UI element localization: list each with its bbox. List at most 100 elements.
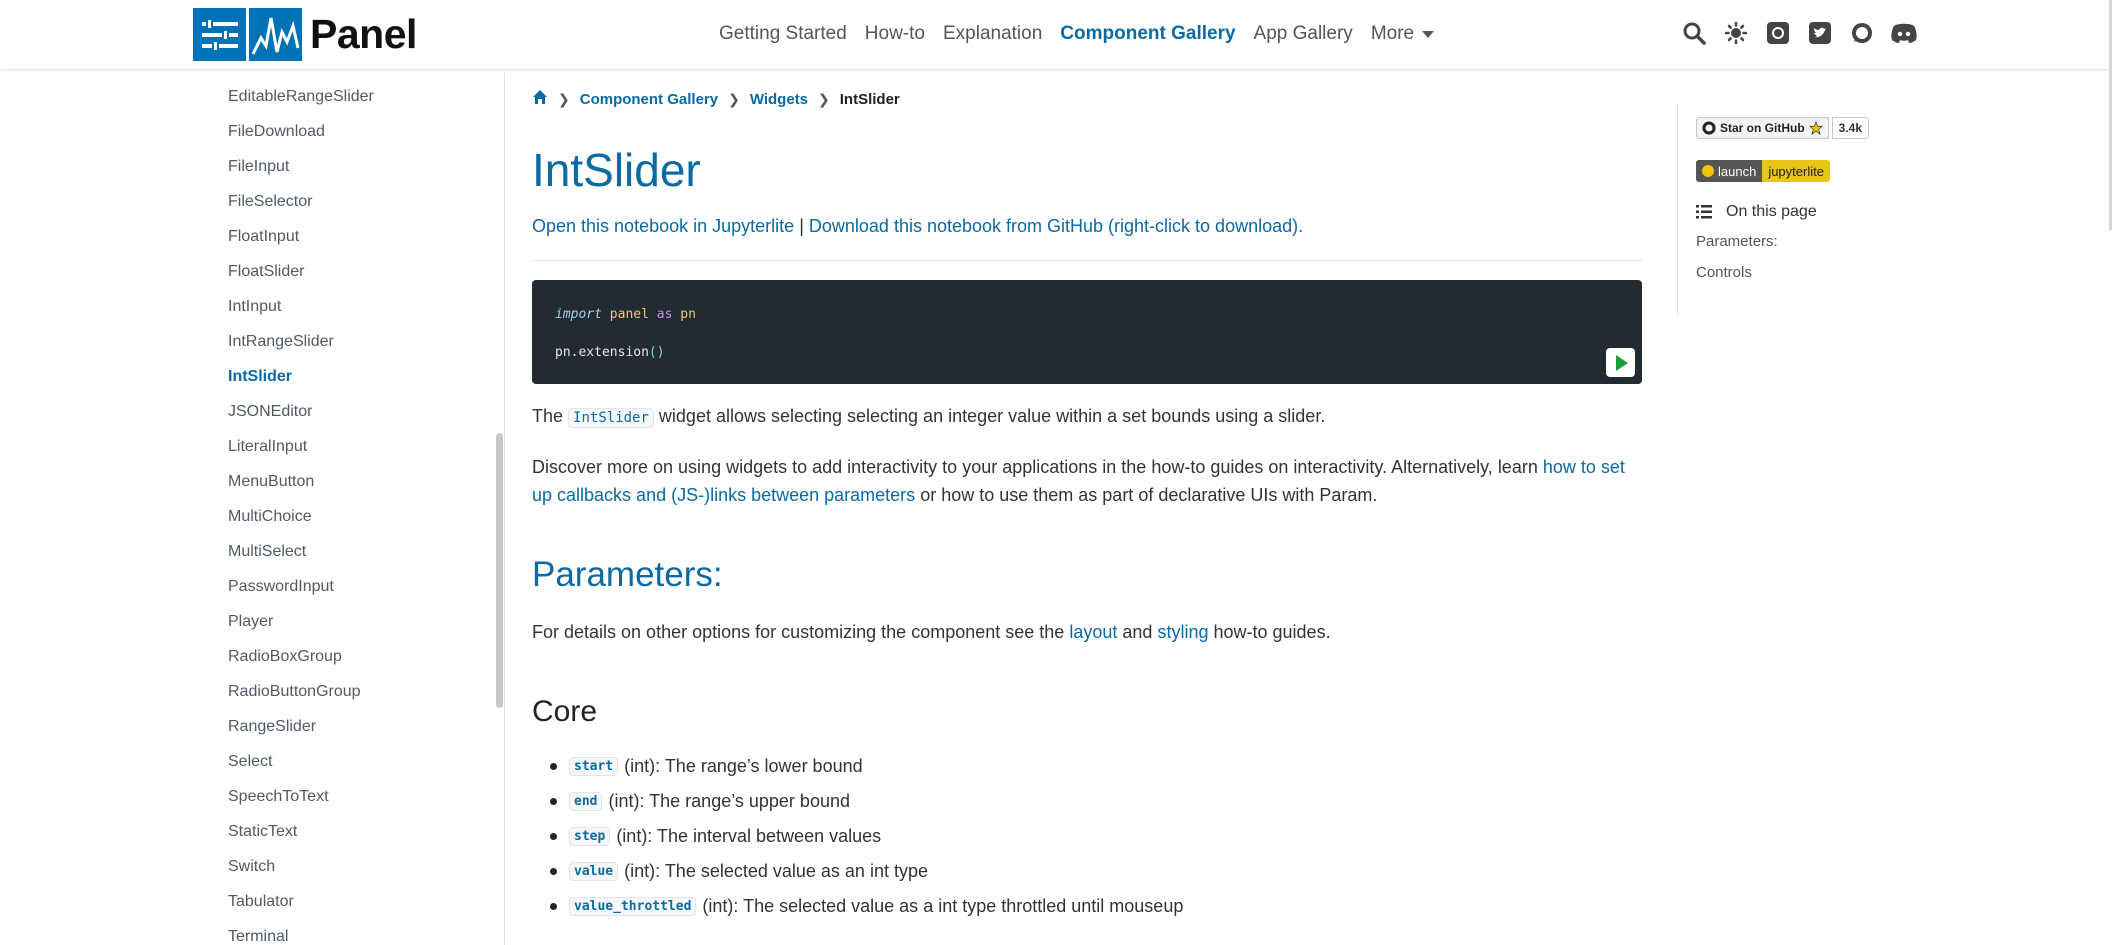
play-icon bbox=[1616, 354, 1628, 371]
search-icon[interactable] bbox=[1680, 19, 1708, 47]
nav-app-gallery[interactable]: App Gallery bbox=[1254, 23, 1353, 45]
param-name-value: value bbox=[569, 862, 619, 881]
panel-logo[interactable]: Panel bbox=[193, 8, 417, 61]
details-paragraph: For details on other options for customi… bbox=[532, 622, 1331, 642]
styling-link[interactable]: styling bbox=[1157, 622, 1208, 642]
chevron-right-icon: ❯ bbox=[818, 90, 830, 107]
sidebar-item-speechtotext[interactable]: SpeechToText bbox=[228, 779, 374, 814]
breadcrumb-widgets[interactable]: Widgets bbox=[750, 91, 808, 108]
chevron-right-icon: ❯ bbox=[558, 90, 570, 107]
nav-more-dropdown[interactable]: More bbox=[1370, 23, 1435, 45]
param-description: (int): The range’s lower bound bbox=[624, 756, 863, 776]
top-navbar: Panel Getting Started How-to Explanation… bbox=[0, 0, 2112, 70]
link-separator: | bbox=[799, 216, 804, 236]
run-cell-button[interactable] bbox=[1606, 348, 1635, 377]
sidebar-item-switch[interactable]: Switch bbox=[228, 849, 374, 884]
param-name-start: start bbox=[569, 757, 619, 776]
sidebar-scrollbar[interactable] bbox=[496, 433, 503, 708]
page-title: IntSlider bbox=[532, 144, 701, 196]
param-description: (int): The selected value as a int type … bbox=[702, 896, 1184, 916]
sidebar-item-multichoice[interactable]: MultiChoice bbox=[228, 499, 374, 534]
discord-icon[interactable] bbox=[1890, 19, 1918, 47]
sidebar-item-select[interactable]: Select bbox=[228, 744, 374, 779]
toc-item-parameters[interactable]: Parameters: bbox=[1696, 233, 1778, 250]
download-github-link[interactable]: Download this notebook from GitHub (righ… bbox=[809, 216, 1303, 236]
parameters-heading: Parameters: bbox=[532, 555, 723, 594]
github-icon bbox=[1702, 121, 1716, 135]
sidebar-item-rangeslider[interactable]: RangeSlider bbox=[228, 709, 374, 744]
code-line-extension: pn.extension() bbox=[555, 345, 665, 360]
github-icon[interactable] bbox=[1764, 19, 1792, 47]
divider bbox=[532, 260, 1642, 261]
jupyterlite-label: jupyterlite bbox=[1762, 160, 1830, 182]
sidebar-item-intinput[interactable]: IntInput bbox=[228, 289, 374, 324]
param-name-value-throttled: value_throttled bbox=[569, 897, 697, 916]
sidebar-item-intrangeslider[interactable]: IntRangeSlider bbox=[228, 324, 374, 359]
sidebar-item-floatinput[interactable]: FloatInput bbox=[228, 219, 374, 254]
parameters-list: start (int): The range’s lower bound end (i… bbox=[550, 749, 1183, 924]
intro-paragraph: The IntSlider widget allows selecting se… bbox=[532, 406, 1326, 428]
chart-logo-icon bbox=[249, 8, 302, 61]
toc-item-controls[interactable]: Controls bbox=[1696, 264, 1752, 281]
param-name-step: step bbox=[569, 827, 611, 846]
param-name-end: end bbox=[569, 792, 603, 811]
sidebar-nav-list: EditableRangeSlider FileDownload FileInput… bbox=[228, 79, 374, 945]
sidebar-item-fileselector[interactable]: FileSelector bbox=[228, 184, 374, 219]
caret-down-icon bbox=[1422, 30, 1435, 38]
sidebar-item-player[interactable]: Player bbox=[228, 604, 374, 639]
sidebar-item-radioboxgroup[interactable]: RadioBoxGroup bbox=[228, 639, 374, 674]
list-item: step (int): The interval between values bbox=[550, 819, 1183, 854]
github-star-badge[interactable]: Star on GitHub 3.4k bbox=[1696, 117, 1870, 139]
sidebar-item-fileinput[interactable]: FileInput bbox=[228, 149, 374, 184]
sidebar-item-filedownload[interactable]: FileDownload bbox=[228, 114, 374, 149]
sidebar-item-jsoneditor[interactable]: JSONEditor bbox=[228, 394, 374, 429]
param-description: (int): The selected value as an int type bbox=[624, 861, 928, 881]
sidebar-item-statictext[interactable]: StaticText bbox=[228, 814, 374, 849]
param-description: (int): The range’s upper bound bbox=[608, 791, 850, 811]
nav-getting-started[interactable]: Getting Started bbox=[719, 23, 847, 45]
list-item: start (int): The range’s lower bound bbox=[550, 749, 1183, 784]
code-cell[interactable]: import panel as pn pn.extension() bbox=[532, 280, 1642, 384]
star-icon bbox=[1808, 121, 1823, 135]
sidebar-item-tabulator[interactable]: Tabulator bbox=[228, 884, 374, 919]
nav-component-gallery[interactable]: Component Gallery bbox=[1060, 23, 1235, 45]
twitter-icon[interactable] bbox=[1806, 19, 1834, 47]
launch-label: launch bbox=[1718, 163, 1757, 179]
on-this-page-heading: On this page bbox=[1696, 203, 1817, 221]
discourse-icon[interactable] bbox=[1848, 19, 1876, 47]
logo-text: Panel bbox=[310, 11, 417, 57]
nav-more-label: More bbox=[1370, 23, 1415, 44]
nav-how-to[interactable]: How-to bbox=[865, 23, 925, 45]
breadcrumb-component-gallery[interactable]: Component Gallery bbox=[580, 91, 718, 108]
sidebar-item-editablerangeslider[interactable]: EditableRangeSlider bbox=[228, 79, 374, 114]
list-item: value_throttled (int): The selected value… bbox=[550, 889, 1183, 924]
breadcrumb-current: IntSlider bbox=[839, 90, 900, 108]
theme-toggle-icon[interactable] bbox=[1722, 19, 1750, 47]
sidebar-item-floatslider[interactable]: FloatSlider bbox=[228, 254, 374, 289]
list-item: end (int): The range’s upper bound bbox=[550, 784, 1183, 819]
header-icon-group bbox=[1680, 19, 1918, 47]
sidebar-item-radiobuttongroup[interactable]: RadioButtonGroup bbox=[228, 674, 374, 709]
layout-link[interactable]: layout bbox=[1069, 622, 1117, 642]
sidebar-item-passwordinput[interactable]: PasswordInput bbox=[228, 569, 374, 604]
github-star-label: Star on GitHub bbox=[1720, 121, 1805, 135]
sliders-logo-icon bbox=[193, 8, 246, 61]
nav-explanation[interactable]: Explanation bbox=[943, 23, 1042, 45]
sidebar-item-menubutton[interactable]: MenuButton bbox=[228, 464, 374, 499]
jupyterlite-icon bbox=[1702, 165, 1714, 177]
home-icon[interactable] bbox=[532, 89, 548, 109]
main-nav: Getting Started How-to Explanation Compo… bbox=[719, 23, 1435, 45]
sidebar-item-intslider[interactable]: IntSlider bbox=[228, 359, 374, 394]
on-this-page-panel: Star on GitHub 3.4k launch jupyterlite O… bbox=[1677, 104, 1977, 314]
sidebar-item-multiselect[interactable]: MultiSelect bbox=[228, 534, 374, 569]
notebook-links: Open this notebook in Jupyterlite | Down… bbox=[532, 216, 1303, 237]
breadcrumb: ❯ Component Gallery ❯ Widgets ❯ IntSlide… bbox=[532, 89, 900, 109]
list-item: value (int): The selected value as an int… bbox=[550, 854, 1183, 889]
launch-jupyterlite-badge[interactable]: launch jupyterlite bbox=[1696, 160, 1830, 182]
github-star-count: 3.4k bbox=[1831, 117, 1870, 139]
open-jupyterlite-link[interactable]: Open this notebook in Jupyterlite bbox=[532, 216, 794, 236]
sidebar: EditableRangeSlider FileDownload FileInput… bbox=[0, 71, 505, 945]
core-heading: Core bbox=[532, 695, 598, 728]
sidebar-item-literalinput[interactable]: LiteralInput bbox=[228, 429, 374, 464]
sidebar-item-terminal[interactable]: Terminal bbox=[228, 919, 374, 945]
